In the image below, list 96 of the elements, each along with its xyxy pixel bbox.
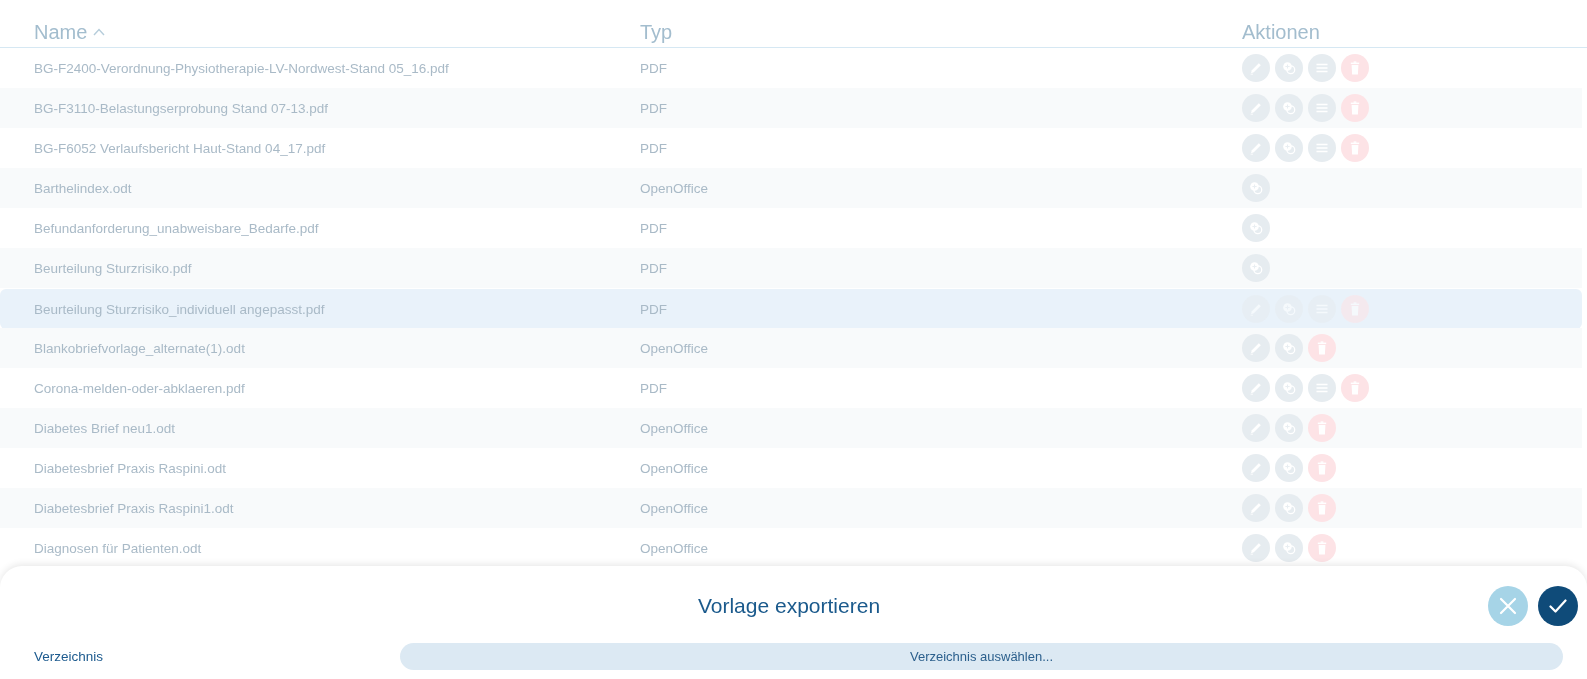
edit-button[interactable]	[1242, 494, 1270, 522]
table-row[interactable]: Blankobriefvorlage_alternate(1).odt OpenOffice	[0, 328, 1582, 368]
duplicate-button[interactable]	[1275, 334, 1303, 362]
table-row[interactable]: Diabetesbrief Praxis Raspini.odt OpenOffice	[0, 448, 1582, 488]
field-label: Verzeichnis	[34, 649, 104, 664]
column-header: Aktionen	[1242, 20, 1320, 44]
list-button[interactable]	[1308, 54, 1336, 82]
edit-button[interactable]	[1242, 94, 1270, 122]
file-type-cell: PDF	[640, 140, 667, 156]
duplicate-button[interactable]	[1275, 414, 1303, 442]
file-type-cell: PDF	[640, 301, 667, 317]
panel-title: Vorlage exportieren	[697, 594, 881, 618]
duplicate-button[interactable]	[1242, 174, 1270, 202]
table-row[interactable]: Beurteilung Sturzrisiko_individuell angepasst.pdf PDF	[0, 289, 1582, 329]
duplicate-button[interactable]	[1275, 374, 1303, 402]
file-type-cell: OpenOffice	[640, 340, 709, 356]
file-type-cell: PDF	[640, 60, 667, 76]
chevron-up-icon	[93, 28, 106, 36]
duplicate-icon	[1248, 260, 1264, 276]
table-row[interactable]: Corona-melden-oder-abklaeren.pdf PDF	[0, 368, 1582, 408]
table-row[interactable]: Diagnosen für Patienten.odt OpenOffice	[0, 528, 1582, 568]
table-row[interactable]: Barthelindex.odt OpenOffice	[0, 168, 1582, 208]
file-name-cell: Beurteilung Sturzrisiko.pdf	[34, 260, 192, 276]
check-icon	[1549, 597, 1567, 615]
delete-button[interactable]	[1308, 414, 1336, 442]
file-name-cell: Blankobriefvorlage_alternate(1).odt	[34, 340, 245, 356]
duplicate-icon	[1281, 60, 1297, 76]
duplicate-icon	[1281, 460, 1297, 476]
delete-button[interactable]	[1341, 94, 1369, 122]
edit-button[interactable]	[1242, 414, 1270, 442]
duplicate-icon	[1281, 500, 1297, 516]
table-row[interactable]: Befundanforderung_unabweisbare_Bedarfe.pdf PDF	[0, 208, 1582, 248]
duplicate-button[interactable]	[1275, 454, 1303, 482]
file-name-cell: BG-F3110-Belastungserprobung Stand 07-13.pdf	[34, 100, 328, 116]
edit-button[interactable]	[1242, 454, 1270, 482]
file-name-cell: Corona-melden-oder-abklaeren.pdf	[34, 380, 245, 396]
edit-button[interactable]	[1242, 334, 1270, 362]
duplicate-icon	[1281, 340, 1297, 356]
file-name-cell: Diabetesbrief Praxis Raspini1.odt	[34, 500, 234, 516]
confirm-button[interactable]	[1538, 586, 1578, 626]
cancel-button[interactable]	[1488, 586, 1528, 626]
edit-button[interactable]	[1242, 134, 1270, 162]
file-type-cell: OpenOffice	[640, 460, 709, 476]
delete-button[interactable]	[1308, 534, 1336, 562]
table-row[interactable]: BG-F2400-Verordnung-Physiotherapie-LV-Nordwest-Stand 05_16.pdf PDF	[0, 48, 1582, 88]
column-header[interactable]: Name	[34, 20, 106, 44]
list-button[interactable]	[1308, 134, 1336, 162]
close-icon	[1499, 597, 1517, 615]
table-row[interactable]: Diabetesbrief Praxis Raspini1.odt OpenOffice	[0, 488, 1582, 528]
file-name-cell: Diabetes Brief neu1.odt	[34, 420, 176, 436]
file-type-cell: PDF	[640, 220, 667, 236]
file-name-cell: Befundanforderung_unabweisbare_Bedarfe.pdf	[34, 220, 319, 236]
duplicate-button[interactable]	[1242, 214, 1270, 242]
edit-button[interactable]	[1242, 374, 1270, 402]
file-name-cell: Diagnosen für Patienten.odt	[34, 540, 202, 556]
duplicate-button[interactable]	[1275, 94, 1303, 122]
duplicate-button[interactable]	[1242, 254, 1270, 282]
list-button[interactable]	[1308, 374, 1336, 402]
choose-directory-button[interactable]: Verzeichnis auswählen...	[400, 643, 1563, 670]
duplicate-icon	[1248, 180, 1264, 196]
delete-button[interactable]	[1341, 374, 1369, 402]
file-name-cell: BG-F6052 Verlaufsbericht Haut-Stand 04_17.pdf	[34, 140, 326, 156]
delete-button[interactable]	[1308, 494, 1336, 522]
edit-button[interactable]	[1242, 534, 1270, 562]
list-button[interactable]	[1308, 94, 1336, 122]
file-type-cell: PDF	[640, 100, 667, 116]
table-row[interactable]: Diabetes Brief neu1.odt OpenOffice	[0, 408, 1582, 448]
table-row[interactable]: BG-F3110-Belastungserprobung Stand 07-13.pdf PDF	[0, 88, 1582, 128]
duplicate-icon	[1281, 380, 1297, 396]
file-type-cell: OpenOffice	[640, 500, 709, 516]
table-row[interactable]: BG-F6052 Verlaufsbericht Haut-Stand 04_17.pdf PDF	[0, 128, 1582, 168]
duplicate-button[interactable]	[1275, 134, 1303, 162]
duplicate-icon	[1248, 220, 1264, 236]
duplicate-button[interactable]	[1275, 54, 1303, 82]
file-type-cell: PDF	[640, 260, 667, 276]
file-name-cell: BG-F2400-Verordnung-Physiotherapie-LV-Nordwest-Stand 05_16.pdf	[34, 60, 449, 76]
duplicate-button[interactable]	[1275, 494, 1303, 522]
duplicate-icon	[1281, 140, 1297, 156]
file-type-cell: OpenOffice	[640, 180, 709, 196]
file-type-cell: OpenOffice	[640, 540, 709, 556]
file-name-cell: Diabetesbrief Praxis Raspini.odt	[34, 460, 227, 476]
duplicate-button[interactable]	[1275, 534, 1303, 562]
file-name-cell: Beurteilung Sturzrisiko_individuell angepasst.pdf	[34, 301, 325, 317]
delete-button[interactable]	[1341, 54, 1369, 82]
edit-button[interactable]	[1242, 54, 1270, 82]
duplicate-icon	[1281, 540, 1297, 556]
delete-button[interactable]	[1308, 454, 1336, 482]
file-type-cell: OpenOffice	[640, 420, 709, 436]
delete-button[interactable]	[1308, 334, 1336, 362]
file-type-cell: PDF	[640, 380, 667, 396]
delete-button[interactable]	[1341, 134, 1369, 162]
file-name-cell: Barthelindex.odt	[34, 180, 132, 196]
duplicate-icon	[1281, 100, 1297, 116]
table-row[interactable]: Beurteilung Sturzrisiko.pdf PDF	[0, 248, 1582, 288]
duplicate-icon	[1281, 420, 1297, 436]
column-header: Typ	[640, 20, 673, 44]
